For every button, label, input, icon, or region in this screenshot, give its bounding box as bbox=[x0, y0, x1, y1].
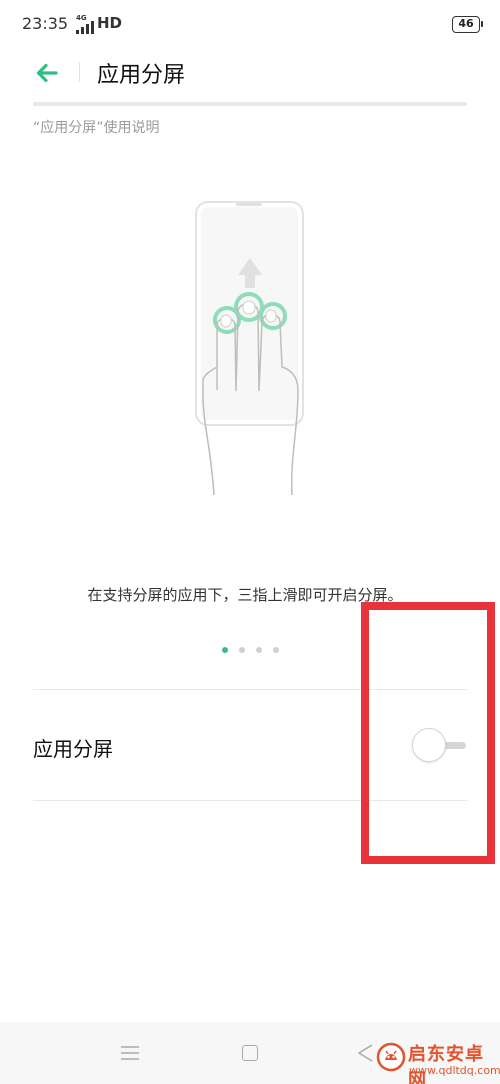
gesture-illustration bbox=[190, 195, 314, 496]
page-dot[interactable] bbox=[256, 647, 262, 653]
status-time: 23:35 bbox=[22, 14, 69, 33]
three-finger-swipe-up-icon bbox=[195, 201, 304, 496]
battery-icon: 46 bbox=[452, 16, 483, 33]
header-divider bbox=[79, 62, 80, 82]
status-bar: 23:35 4G HD 46 bbox=[0, 0, 500, 48]
page-dot[interactable] bbox=[273, 647, 279, 653]
signal-bars-icon bbox=[76, 21, 94, 34]
watermark-title: 启东安卓网 bbox=[408, 1044, 484, 1084]
highlight-annotation bbox=[361, 602, 495, 864]
signal-indicator: 4G HD bbox=[76, 14, 122, 34]
page-dot[interactable] bbox=[239, 647, 245, 653]
setting-label: 应用分屏 bbox=[33, 737, 113, 761]
watermark-logo-icon bbox=[376, 1042, 406, 1072]
section-label: “应用分屏”使用说明 bbox=[33, 120, 160, 136]
page-title: 应用分屏 bbox=[97, 63, 186, 88]
hd-indicator: HD bbox=[97, 14, 123, 32]
back-triangle-icon[interactable] bbox=[356, 1043, 374, 1063]
arrow-left-icon bbox=[36, 63, 58, 83]
page-dot-active[interactable] bbox=[222, 647, 228, 653]
home-icon[interactable] bbox=[242, 1045, 258, 1061]
back-button[interactable] bbox=[30, 56, 64, 90]
site-watermark: 启东安卓网 www.qdltdq.com bbox=[376, 1036, 500, 1084]
watermark-url: www.qdltdq.com bbox=[409, 1064, 500, 1077]
header-divider-line bbox=[33, 102, 467, 106]
page-indicator[interactable] bbox=[218, 645, 282, 655]
menu-icon[interactable] bbox=[120, 1046, 140, 1060]
